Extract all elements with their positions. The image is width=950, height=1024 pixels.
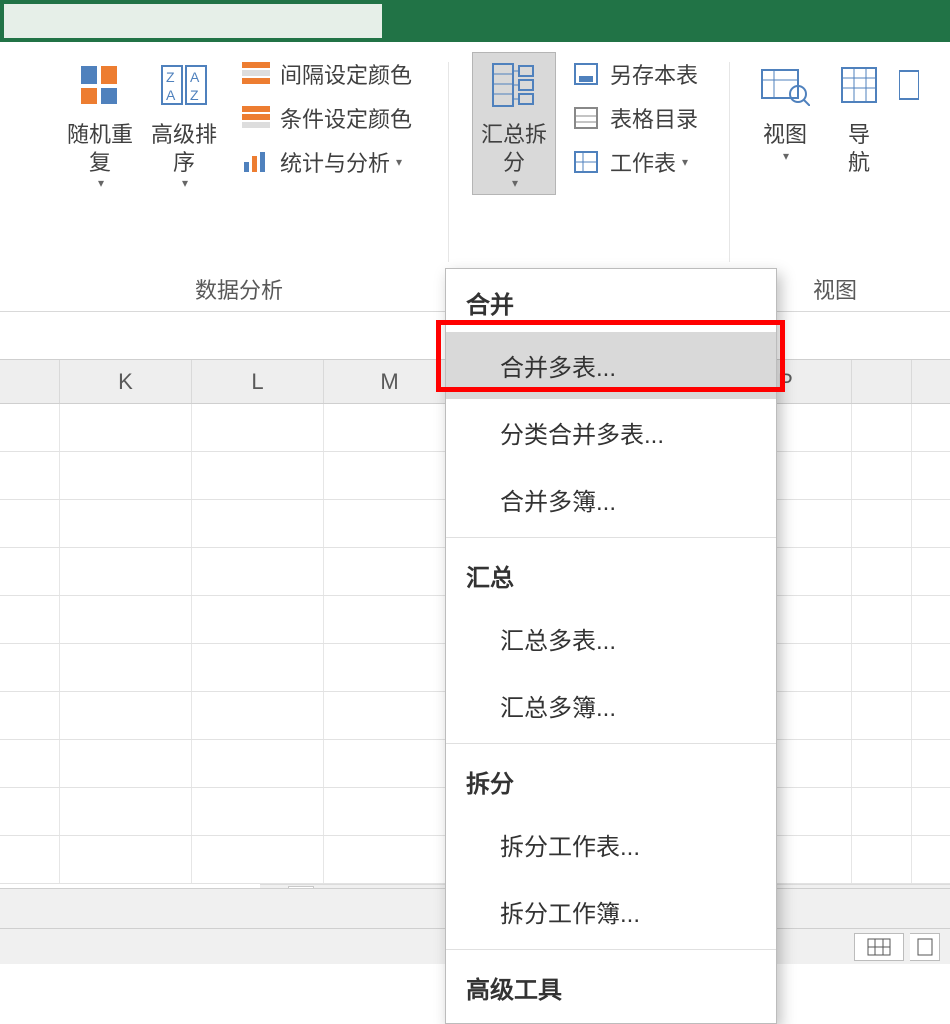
navigate-label: 导 航 (848, 121, 870, 176)
chevron-down-icon: ▾ (182, 176, 188, 190)
random-repeat-button[interactable]: 随机重 复 ▾ (58, 52, 142, 195)
random-repeat-icon (72, 57, 128, 113)
col-header-l[interactable]: L (192, 360, 324, 403)
menu-separator (446, 949, 776, 950)
save-sheet-label: 另存本表 (610, 58, 698, 90)
menu-item-merge-sheets[interactable]: 合并多表... (446, 332, 776, 399)
worksheet-button[interactable]: 工作表 ▾ (562, 140, 706, 184)
view-icon (757, 57, 813, 113)
sheet-catalog-icon (570, 104, 602, 132)
stats-analysis-label: 统计与分析 (280, 146, 390, 178)
sheet-catalog-label: 表格目录 (610, 102, 698, 134)
svg-text:A: A (166, 87, 176, 103)
view-normal-button[interactable] (854, 933, 904, 961)
group-label-data-analysis: 数据分析 (30, 273, 448, 305)
menu-item-merge-workbooks[interactable]: 合并多簿... (446, 466, 776, 533)
summary-split-icon (486, 57, 542, 113)
col-header-q-partial[interactable] (852, 360, 912, 403)
page-view-icon (916, 938, 934, 956)
conditional-color-icon (240, 104, 272, 132)
worksheet-label: 工作表 (610, 146, 676, 178)
menu-section-merge: 合并 (446, 269, 776, 332)
chevron-down-icon: ▾ (682, 155, 688, 169)
interval-color-label: 间隔设定颜色 (280, 58, 412, 90)
interval-color-button[interactable]: 间隔设定颜色 (232, 52, 420, 96)
title-bar (0, 0, 950, 42)
advanced-sort-icon: Z A A Z (156, 57, 212, 113)
svg-text:A: A (190, 69, 200, 85)
view-button[interactable]: 视图 ▾ (748, 52, 822, 168)
save-sheet-button[interactable]: 另存本表 (562, 52, 706, 96)
chevron-down-icon: ▾ (512, 176, 518, 190)
conditional-color-button[interactable]: 条件设定颜色 (232, 96, 420, 140)
partial-button-left[interactable] (0, 42, 30, 116)
navigate-button[interactable]: 导 航 (822, 52, 896, 181)
partial-icon (898, 57, 920, 113)
menu-item-summary-sheets[interactable]: 汇总多表... (446, 605, 776, 672)
menu-section-split: 拆分 (446, 748, 776, 811)
navigate-icon (831, 57, 887, 113)
chevron-down-icon: ▾ (783, 149, 789, 163)
save-sheet-icon (570, 60, 602, 88)
svg-text:Z: Z (166, 69, 175, 85)
menu-section-summary: 汇总 (446, 542, 776, 605)
col-header-m[interactable]: M (324, 360, 456, 403)
chevron-down-icon: ▾ (396, 155, 402, 169)
title-box (4, 4, 382, 38)
col-header-k[interactable]: K (60, 360, 192, 403)
sheet-catalog-button[interactable]: 表格目录 (562, 96, 706, 140)
view-page-button[interactable] (910, 933, 940, 961)
summary-split-label: 汇总拆 分 (481, 121, 547, 176)
svg-text:Z: Z (190, 87, 199, 103)
grid-view-icon (867, 938, 891, 956)
menu-section-advanced: 高级工具 (446, 954, 776, 1017)
stats-analysis-button[interactable]: 统计与分析 ▾ (232, 140, 420, 184)
worksheet-icon (570, 148, 602, 176)
chevron-down-icon: ▾ (98, 176, 104, 190)
ribbon-group-data-analysis: 随机重 复 ▾ Z A A Z 高级排 序 ▾ (30, 42, 448, 311)
menu-item-summary-workbooks[interactable]: 汇总多簿... (446, 672, 776, 739)
summary-split-button[interactable]: 汇总拆 分 ▾ (472, 52, 556, 195)
partial-button-right-1[interactable] (896, 52, 922, 126)
view-label: 视图 (763, 121, 807, 149)
conditional-color-label: 条件设定颜色 (280, 102, 412, 134)
menu-item-split-workbook[interactable]: 拆分工作簿... (446, 878, 776, 945)
stats-analysis-icon (240, 148, 272, 176)
summary-split-dropdown: 合并 合并多表... 分类合并多表... 合并多簿... 汇总 汇总多表... … (445, 268, 777, 1024)
menu-item-split-sheet[interactable]: 拆分工作表... (446, 811, 776, 878)
random-repeat-label: 随机重 复 (67, 121, 133, 176)
advanced-sort-button[interactable]: Z A A Z 高级排 序 ▾ (142, 52, 226, 195)
advanced-sort-label: 高级排 序 (151, 121, 217, 176)
interval-color-icon (240, 60, 272, 88)
menu-separator (446, 743, 776, 744)
col-header-partial[interactable] (0, 360, 60, 403)
menu-item-category-merge-sheets[interactable]: 分类合并多表... (446, 399, 776, 466)
menu-separator (446, 537, 776, 538)
